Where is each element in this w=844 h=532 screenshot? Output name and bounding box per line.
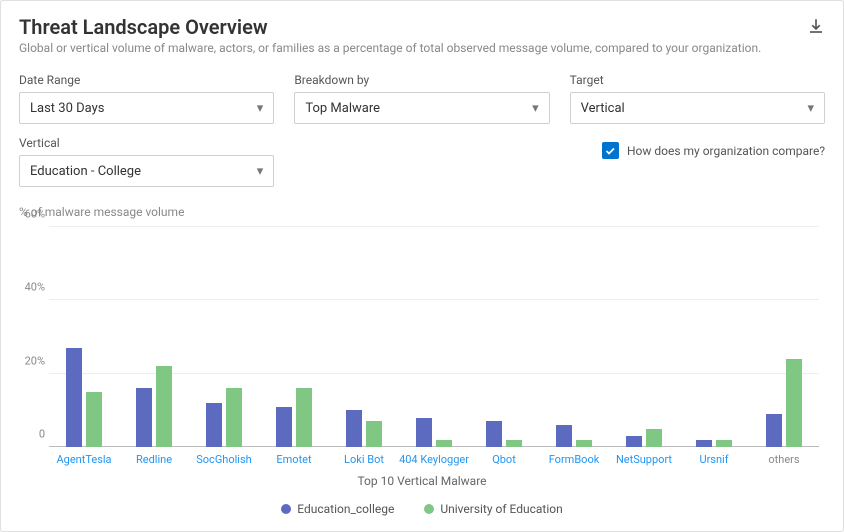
bar[interactable] — [766, 414, 782, 447]
x-label[interactable]: 404 Keylogger — [399, 453, 469, 466]
bar[interactable] — [786, 359, 802, 447]
vertical-label: Vertical — [19, 136, 274, 150]
date-range-control: Date Range Last 30 Days ▾ — [19, 73, 274, 124]
breakdown-control: Breakdown by Top Malware ▾ — [294, 73, 549, 124]
controls-row-2: Vertical Education - College ▾ How does … — [19, 136, 825, 187]
bar[interactable] — [346, 410, 362, 447]
bar[interactable] — [66, 348, 82, 447]
x-label[interactable]: NetSupport — [609, 453, 679, 466]
x-label[interactable]: FormBook — [539, 453, 609, 466]
bar[interactable] — [296, 388, 312, 447]
bar[interactable] — [556, 425, 572, 447]
target-select[interactable]: Vertical ▾ — [570, 92, 825, 124]
x-label: others — [749, 453, 819, 466]
target-value: Vertical — [581, 101, 625, 116]
x-label[interactable]: Ursnif — [679, 453, 749, 466]
bar-group — [259, 227, 329, 447]
target-control: Target Vertical ▾ — [570, 73, 825, 124]
date-range-select[interactable]: Last 30 Days ▾ — [19, 92, 274, 124]
bar[interactable] — [576, 440, 592, 447]
x-label[interactable]: AgentTesla — [49, 453, 119, 466]
x-label[interactable]: SocGholish — [189, 453, 259, 466]
legend-swatch — [424, 504, 434, 514]
y-tick: 0 — [19, 428, 45, 441]
chart-xlabels: AgentTeslaRedlineSocGholishEmotetLoki Bo… — [49, 453, 819, 466]
legend-item[interactable]: Education_college — [281, 502, 394, 516]
vertical-select[interactable]: Education - College ▾ — [19, 155, 274, 187]
bar[interactable] — [206, 403, 222, 447]
bar[interactable] — [716, 440, 732, 447]
x-label[interactable]: Qbot — [469, 453, 539, 466]
chart-plot: 020%40%60% — [49, 227, 819, 447]
page-title: Threat Landscape Overview — [19, 15, 761, 39]
bar[interactable] — [436, 440, 452, 447]
controls-row-1: Date Range Last 30 Days ▾ Breakdown by T… — [19, 73, 825, 124]
date-range-label: Date Range — [19, 73, 274, 87]
bar-group — [469, 227, 539, 447]
y-tick: 60% — [19, 208, 45, 221]
bar-group — [679, 227, 749, 447]
bar[interactable] — [136, 388, 152, 447]
vertical-value: Education - College — [30, 164, 141, 179]
compare-label: How does my organization compare? — [627, 144, 825, 158]
bar[interactable] — [506, 440, 522, 447]
chevron-down-icon: ▾ — [807, 101, 814, 116]
breakdown-value: Top Malware — [305, 101, 380, 116]
bar-group — [609, 227, 679, 447]
bar-group — [399, 227, 469, 447]
bar[interactable] — [276, 407, 292, 447]
threat-landscape-card: Threat Landscape Overview Global or vert… — [0, 0, 844, 532]
header-row: Threat Landscape Overview Global or vert… — [19, 15, 825, 55]
legend-item[interactable]: University of Education — [424, 502, 562, 516]
bar-group — [539, 227, 609, 447]
legend-label: University of Education — [440, 502, 562, 516]
chart-title: Top 10 Vertical Malware — [19, 474, 825, 488]
bar[interactable] — [226, 388, 242, 447]
page-subtitle: Global or vertical volume of malware, ac… — [19, 41, 761, 55]
x-label[interactable]: Emotet — [259, 453, 329, 466]
bar[interactable] — [366, 421, 382, 447]
breakdown-label: Breakdown by — [294, 73, 549, 87]
bar[interactable] — [86, 392, 102, 447]
bar[interactable] — [486, 421, 502, 447]
bar[interactable] — [626, 436, 642, 447]
x-label[interactable]: Loki Bot — [329, 453, 399, 466]
bar-group — [189, 227, 259, 447]
bar-group — [119, 227, 189, 447]
breakdown-select[interactable]: Top Malware ▾ — [294, 92, 549, 124]
chart-ylabel: % of malware message volume — [19, 205, 825, 219]
y-tick: 40% — [19, 281, 45, 294]
download-icon[interactable] — [807, 15, 825, 39]
chevron-down-icon: ▾ — [257, 164, 264, 179]
chevron-down-icon: ▾ — [257, 101, 264, 116]
bar[interactable] — [156, 366, 172, 447]
chart-legend: Education_college University of Education — [19, 502, 825, 516]
bar-group — [49, 227, 119, 447]
bar[interactable] — [416, 418, 432, 447]
date-range-value: Last 30 Days — [30, 101, 104, 116]
x-label[interactable]: Redline — [119, 453, 189, 466]
chart-area: % of malware message volume 020%40%60% A… — [19, 205, 825, 516]
y-tick: 20% — [19, 354, 45, 367]
legend-swatch — [281, 504, 291, 514]
compare-checkbox[interactable] — [602, 142, 619, 159]
bar[interactable] — [696, 440, 712, 447]
vertical-control: Vertical Education - College ▾ — [19, 136, 274, 187]
bar-group — [329, 227, 399, 447]
bar[interactable] — [646, 429, 662, 447]
target-label: Target — [570, 73, 825, 87]
chevron-down-icon: ▾ — [532, 101, 539, 116]
compare-row: How does my organization compare? — [294, 136, 825, 159]
header-text: Threat Landscape Overview Global or vert… — [19, 15, 761, 55]
bar-group — [749, 227, 819, 447]
bars-row — [49, 227, 819, 447]
legend-label: Education_college — [297, 502, 394, 516]
